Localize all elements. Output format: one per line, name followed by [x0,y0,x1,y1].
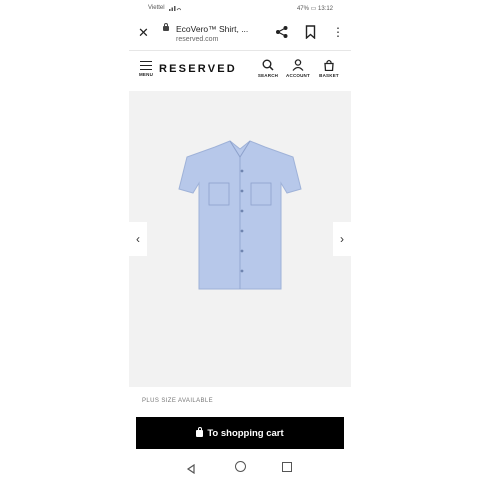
recent-apps-icon[interactable] [282,462,292,472]
battery-icon: ▭ [310,6,317,12]
status-bar: Viettel 47% ▭ 13:12 [129,0,351,16]
clock: 13:12 [317,6,333,12]
battery-percent: 47% [296,6,309,12]
phone-screen: Viettel 47% ▭ 13:12 ✕ EcoVero™ Shirt, ..… [129,0,351,480]
menu-label: MENU [138,72,154,77]
more-icon[interactable]: ⋮ [332,26,344,38]
back-icon[interactable] [186,461,196,479]
lock-icon [163,23,169,31]
shopping-bag-icon [196,426,204,437]
basket-label: BASKET [319,73,339,78]
bookmark-icon[interactable] [305,25,316,40]
site-header: MENU RESERVED SEARCH ACCOUNT BASKET [129,51,351,89]
search-icon [262,59,274,71]
plus-size-note: PLUS SIZE AVAILABLE [142,398,214,404]
share-icon[interactable] [275,25,289,39]
chevron-left-icon: ‹ [136,232,140,246]
previous-image-button[interactable]: ‹ [129,222,147,256]
next-image-button[interactable]: › [333,222,351,256]
page-title[interactable]: EcoVero™ Shirt, ... [176,24,248,34]
basket-button[interactable]: BASKET [317,59,341,78]
product-image[interactable]: ‹ › [129,91,351,387]
system-nav-bar [129,455,351,480]
signal-icon [169,4,182,13]
shirt-image [178,140,302,290]
account-label: ACCOUNT [286,73,310,78]
chevron-right-icon: › [340,232,344,246]
menu-button[interactable]: MENU [137,61,155,77]
account-icon [292,59,304,71]
hamburger-icon [140,61,152,70]
status-right: 47% ▭ 13:12 [297,5,333,12]
browser-toolbar: ✕ EcoVero™ Shirt, ... reserved.com ⋮ [129,16,351,51]
search-button[interactable]: SEARCH [256,59,280,78]
carrier-label: Viettel [148,5,165,11]
brand-logo[interactable]: RESERVED [159,63,237,75]
close-icon[interactable]: ✕ [138,25,149,41]
basket-icon [324,59,334,71]
add-to-cart-button[interactable]: To shopping cart [136,417,344,449]
cart-button-label: To shopping cart [207,427,284,439]
home-icon[interactable] [235,461,246,472]
account-button[interactable]: ACCOUNT [286,59,310,78]
search-label: SEARCH [257,73,279,78]
page-url[interactable]: reserved.com [176,36,218,43]
